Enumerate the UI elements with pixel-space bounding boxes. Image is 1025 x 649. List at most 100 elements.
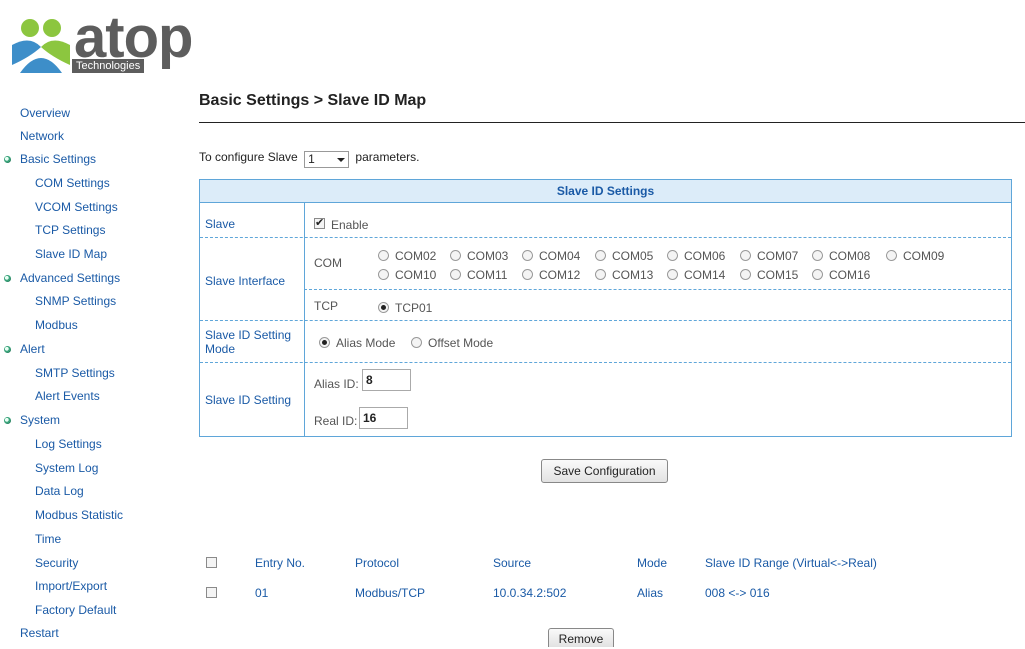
tcp-label: TCP: [314, 299, 338, 313]
header-mode: Mode: [637, 556, 668, 570]
page-title: Basic Settings > Slave ID Map: [199, 92, 427, 109]
sidebar-item-system-log[interactable]: System Log: [35, 461, 98, 475]
com-option: COM12: [539, 268, 581, 282]
radio-com13[interactable]: [595, 269, 606, 280]
alias-id-input[interactable]: 8: [362, 369, 411, 391]
logo-tagline: Technologies: [72, 59, 145, 73]
com-option: COM09: [903, 249, 945, 263]
radio-tcp01[interactable]: [378, 302, 389, 313]
sidebar-item-alert[interactable]: Alert: [20, 342, 45, 356]
sidebar-item-basic-settings[interactable]: Basic Settings: [20, 152, 96, 166]
radio-alias-mode[interactable]: [319, 337, 330, 348]
row-divider: [200, 320, 1011, 321]
radio-com16[interactable]: [812, 269, 823, 280]
radio-com15[interactable]: [740, 269, 751, 280]
sidebar-item-smtp-settings[interactable]: SMTP Settings: [35, 366, 115, 380]
radio-com03[interactable]: [450, 250, 461, 261]
com-label: COM: [314, 256, 342, 270]
sidebar-item-tcp-settings[interactable]: TCP Settings: [35, 223, 105, 237]
radio-com04[interactable]: [522, 250, 533, 261]
sidebar-item-restart[interactable]: Restart: [20, 626, 59, 640]
row-checkbox[interactable]: [206, 587, 217, 598]
sidebar-item-slave-id-map[interactable]: Slave ID Map: [35, 247, 107, 261]
radio-com06[interactable]: [667, 250, 678, 261]
com-option: COM15: [757, 268, 799, 282]
logo-people-icon: [12, 19, 70, 73]
header-protocol: Protocol: [355, 556, 400, 570]
expand-bullet-icon[interactable]: [4, 156, 11, 163]
configure-line: To configure Slave 1 parameters.: [199, 149, 420, 168]
cell-source: 10.0.34.2:502: [493, 586, 567, 600]
sidebar-item-network[interactable]: Network: [20, 129, 64, 143]
slave-select[interactable]: 1: [304, 151, 350, 168]
sidebar-item-advanced-settings[interactable]: Advanced Settings: [20, 271, 120, 285]
sidebar-item-overview[interactable]: Overview: [20, 106, 70, 120]
com-option: COM05: [612, 249, 654, 263]
sidebar-item-data-log[interactable]: Data Log: [35, 484, 84, 498]
cell-slave-id-range: 008 <-> 016: [705, 586, 770, 600]
real-id-input[interactable]: 16: [359, 407, 408, 429]
com-option: COM10: [395, 268, 437, 282]
radio-com14[interactable]: [667, 269, 678, 280]
configure-prefix: To configure Slave: [199, 150, 298, 164]
chevron-down-icon: [337, 158, 346, 162]
radio-com08[interactable]: [812, 250, 823, 261]
radio-com02[interactable]: [378, 250, 389, 261]
mode-label: Slave ID Setting Mode: [205, 328, 292, 356]
sidebar-item-snmp-settings[interactable]: SNMP Settings: [35, 294, 116, 308]
cell-protocol: Modbus/TCP: [355, 586, 426, 600]
com-option: COM11: [467, 268, 508, 282]
sidebar-item-system[interactable]: System: [20, 413, 60, 427]
radio-com11[interactable]: [450, 269, 461, 280]
offset-mode-label: Offset Mode: [428, 336, 494, 350]
radio-com07[interactable]: [740, 250, 751, 261]
expand-bullet-icon[interactable]: [4, 346, 11, 353]
cell-mode: Alias: [637, 586, 664, 600]
sidebar-item-factory-default[interactable]: Factory Default: [35, 603, 116, 617]
select-all-checkbox[interactable]: [206, 557, 217, 568]
expand-bullet-icon[interactable]: [4, 417, 11, 424]
sidebar-item-time[interactable]: Time: [35, 532, 61, 546]
com-option: COM14: [684, 268, 726, 282]
configure-suffix: parameters.: [355, 150, 420, 164]
alias-mode-label: Alias Mode: [336, 336, 396, 350]
atop-logo: atop Technologies: [10, 7, 193, 75]
slave-interface-label: Slave Interface: [205, 274, 286, 288]
com-option: COM04: [539, 249, 581, 263]
radio-com09[interactable]: [886, 250, 897, 261]
radio-offset-mode[interactable]: [411, 337, 422, 348]
sidebar-item-log-settings[interactable]: Log Settings: [35, 437, 102, 451]
sidebar-item-modbus-statistic[interactable]: Modbus Statistic: [35, 508, 123, 522]
save-configuration-button[interactable]: Save Configuration: [541, 459, 668, 483]
sidebar-item-vcom-settings[interactable]: VCOM Settings: [35, 200, 118, 214]
com-option: COM07: [757, 249, 799, 263]
real-id-label: Real ID:: [314, 414, 358, 428]
sidebar-item-security[interactable]: Security: [35, 556, 78, 570]
settings-header: Slave ID Settings: [200, 180, 1011, 203]
tcp-option: TCP01: [395, 301, 433, 315]
sidebar-item-import-export[interactable]: Import/Export: [35, 579, 107, 593]
row-divider: [200, 362, 1011, 363]
row-divider: [200, 237, 1011, 238]
sidebar-item-com-settings[interactable]: COM Settings: [35, 176, 110, 190]
cell-entry-no: 01: [255, 586, 269, 600]
radio-com05[interactable]: [595, 250, 606, 261]
com-option: COM03: [467, 249, 509, 263]
header-entry-no: Entry No.: [255, 556, 306, 570]
radio-com10[interactable]: [378, 269, 389, 280]
com-option: COM13: [612, 268, 654, 282]
title-divider: [199, 122, 1025, 123]
enable-label: Enable: [331, 218, 369, 232]
slave-label: Slave: [205, 217, 236, 231]
enable-checkbox[interactable]: [314, 216, 325, 229]
alias-id-label: Alias ID:: [314, 377, 359, 391]
remove-button[interactable]: Remove: [548, 628, 614, 647]
com-option: COM02: [395, 249, 437, 263]
sidebar-item-alert-events[interactable]: Alert Events: [35, 389, 100, 403]
expand-bullet-icon[interactable]: [4, 275, 11, 282]
sidebar-item-modbus[interactable]: Modbus: [35, 318, 78, 332]
slave-select-value: 1: [308, 152, 315, 166]
com-option: COM16: [829, 268, 871, 282]
radio-com12[interactable]: [522, 269, 533, 280]
header-source: Source: [493, 556, 532, 570]
